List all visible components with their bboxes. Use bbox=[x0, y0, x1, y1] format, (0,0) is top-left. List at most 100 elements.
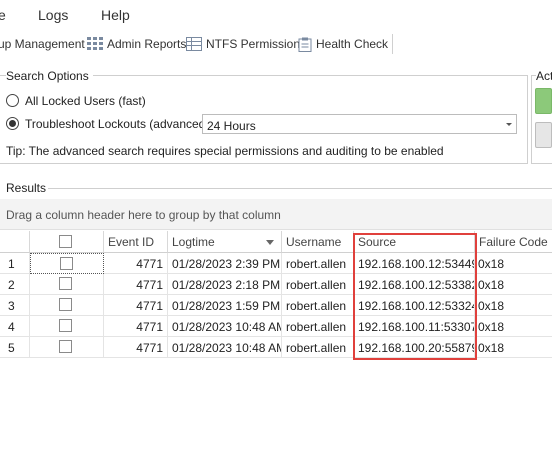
event-id-cell[interactable]: 4771 bbox=[104, 295, 168, 316]
username-cell[interactable]: robert.allen bbox=[282, 295, 354, 316]
radio-all-locked-users-label[interactable]: All Locked Users (fast) bbox=[25, 94, 146, 108]
row-number: 2 bbox=[8, 278, 15, 292]
table-row[interactable]: 3 bbox=[0, 295, 30, 316]
permissions-table-icon bbox=[186, 37, 202, 51]
username-cell[interactable]: robert.allen bbox=[282, 337, 354, 358]
radio-troubleshoot-lockouts[interactable] bbox=[6, 117, 19, 130]
search-options-frame-bottom bbox=[0, 163, 528, 164]
row-checkbox[interactable] bbox=[59, 277, 72, 290]
actions-title: Acti bbox=[536, 69, 552, 83]
logtime-cell[interactable]: 01/28/2023 10:48 AM bbox=[168, 316, 282, 337]
radio-troubleshoot-lockouts-label[interactable]: Troubleshoot Lockouts (advanced) bbox=[25, 117, 209, 131]
event-id-value: 4771 bbox=[136, 299, 163, 313]
source-value: 192.168.100.12:53382 bbox=[358, 278, 475, 292]
admin-reports-button[interactable]: Admin Reports bbox=[87, 36, 186, 52]
event-id-cell[interactable]: 4771 bbox=[104, 253, 168, 274]
table-row[interactable]: 1 bbox=[0, 253, 30, 274]
toolbar-separator bbox=[392, 34, 393, 54]
logtime-value: 01/28/2023 2:39 PM bbox=[172, 257, 281, 271]
health-check-label: Health Check bbox=[316, 37, 389, 51]
source-cell[interactable]: 192.168.100.12:53382 bbox=[354, 274, 475, 295]
source-cell[interactable]: 192.168.100.12:53324 bbox=[354, 295, 475, 316]
logtime-cell[interactable]: 01/28/2023 1:59 PM bbox=[168, 295, 282, 316]
username-cell[interactable]: robert.allen bbox=[282, 274, 354, 295]
logtime-cell[interactable]: 01/28/2023 2:18 PM bbox=[168, 274, 282, 295]
source-cell[interactable]: 192.168.100.11:53307 bbox=[354, 316, 475, 337]
column-header-select[interactable] bbox=[30, 231, 104, 253]
logtime-cell[interactable]: 01/28/2023 2:39 PM bbox=[168, 253, 282, 274]
failure-code-value: 0x18 bbox=[478, 278, 505, 292]
grid-report-icon bbox=[87, 37, 103, 50]
row-checkbox[interactable] bbox=[60, 257, 73, 270]
menu-item-logs[interactable]: Logs bbox=[38, 7, 68, 23]
row-select-cell[interactable] bbox=[30, 295, 104, 316]
row-select-cell[interactable] bbox=[30, 253, 104, 274]
row-checkbox[interactable] bbox=[59, 340, 72, 353]
failure-code-cell[interactable]: 0x18 bbox=[475, 337, 552, 358]
row-select-cell[interactable] bbox=[30, 316, 104, 337]
logtime-value: 01/28/2023 10:48 AM bbox=[172, 320, 282, 334]
event-id-value: 4771 bbox=[136, 341, 163, 355]
row-number: 4 bbox=[8, 320, 15, 334]
failure-code-cell[interactable]: 0x18 bbox=[475, 274, 552, 295]
radio-all-locked-users[interactable] bbox=[6, 94, 19, 107]
advanced-search-tip: Tip: The advanced search requires specia… bbox=[6, 144, 444, 158]
column-header-event-id[interactable]: Event ID bbox=[104, 231, 168, 253]
group-management-button[interactable]: up Management bbox=[0, 36, 85, 52]
column-header-username[interactable]: Username bbox=[282, 231, 354, 253]
health-check-button[interactable]: Health Check bbox=[298, 36, 388, 52]
search-options-title: Search Options bbox=[6, 69, 93, 83]
logtime-value: 01/28/2023 1:59 PM bbox=[172, 299, 281, 313]
group-by-panel[interactable]: Drag a column header here to group by th… bbox=[0, 199, 552, 230]
table-row[interactable]: 4 bbox=[0, 316, 30, 337]
select-all-checkbox[interactable] bbox=[59, 235, 72, 248]
failure-code-cell[interactable]: 0x18 bbox=[475, 253, 552, 274]
row-number: 3 bbox=[8, 299, 15, 313]
table-row[interactable]: 2 bbox=[0, 274, 30, 295]
secondary-action-button[interactable] bbox=[535, 122, 552, 148]
group-by-hint: Drag a column header here to group by th… bbox=[6, 208, 281, 222]
failure-code-cell[interactable]: 0x18 bbox=[475, 295, 552, 316]
event-id-value: 4771 bbox=[136, 320, 163, 334]
column-header-event-id-label: Event ID bbox=[108, 235, 155, 249]
menu-item-help[interactable]: Help bbox=[101, 7, 130, 23]
event-id-cell[interactable]: 4771 bbox=[104, 274, 168, 295]
menu-item-partial[interactable]: e bbox=[0, 7, 6, 23]
column-header-failure-code-label: Failure Code bbox=[479, 235, 548, 249]
failure-code-value: 0x18 bbox=[478, 257, 505, 271]
ntfs-permissions-label: NTFS Permissions bbox=[206, 37, 307, 51]
event-id-cell[interactable]: 4771 bbox=[104, 337, 168, 358]
failure-code-value: 0x18 bbox=[478, 320, 505, 334]
row-select-cell[interactable] bbox=[30, 274, 104, 295]
logtime-cell[interactable]: 01/28/2023 10:48 AM bbox=[168, 337, 282, 358]
row-checkbox[interactable] bbox=[59, 319, 72, 332]
column-header-row-number[interactable] bbox=[0, 231, 30, 253]
source-cell[interactable]: 192.168.100.20:55879 bbox=[354, 337, 475, 358]
column-header-logtime-label: Logtime bbox=[172, 235, 215, 249]
ntfs-permissions-button[interactable]: NTFS Permissions bbox=[186, 36, 306, 52]
search-action-button[interactable] bbox=[535, 88, 552, 114]
event-id-value: 4771 bbox=[136, 257, 163, 271]
failure-code-cell[interactable]: 0x18 bbox=[475, 316, 552, 337]
results-title: Results bbox=[6, 181, 51, 195]
table-row[interactable]: 5 bbox=[0, 337, 30, 358]
row-checkbox[interactable] bbox=[59, 298, 72, 311]
event-id-value: 4771 bbox=[136, 278, 163, 292]
admin-reports-label: Admin Reports bbox=[107, 37, 187, 51]
row-select-cell[interactable] bbox=[30, 337, 104, 358]
row-number: 1 bbox=[8, 257, 15, 271]
column-header-username-label: Username bbox=[286, 235, 342, 249]
chevron-down-icon[interactable] bbox=[506, 123, 512, 126]
time-range-select[interactable]: 24 Hours bbox=[202, 114, 517, 134]
source-cell[interactable]: 192.168.100.12:53449 bbox=[354, 253, 475, 274]
actions-frame-bottom bbox=[531, 163, 552, 164]
username-cell[interactable]: robert.allen bbox=[282, 316, 354, 337]
username-value: robert.allen bbox=[286, 299, 347, 313]
sort-descending-icon bbox=[266, 240, 274, 245]
event-id-cell[interactable]: 4771 bbox=[104, 316, 168, 337]
column-header-logtime[interactable]: Logtime bbox=[168, 231, 282, 253]
column-header-failure-code[interactable]: Failure Code bbox=[475, 231, 552, 253]
clipboard-icon bbox=[298, 37, 312, 52]
username-cell[interactable]: robert.allen bbox=[282, 253, 354, 274]
column-header-source[interactable]: Source bbox=[354, 231, 475, 253]
